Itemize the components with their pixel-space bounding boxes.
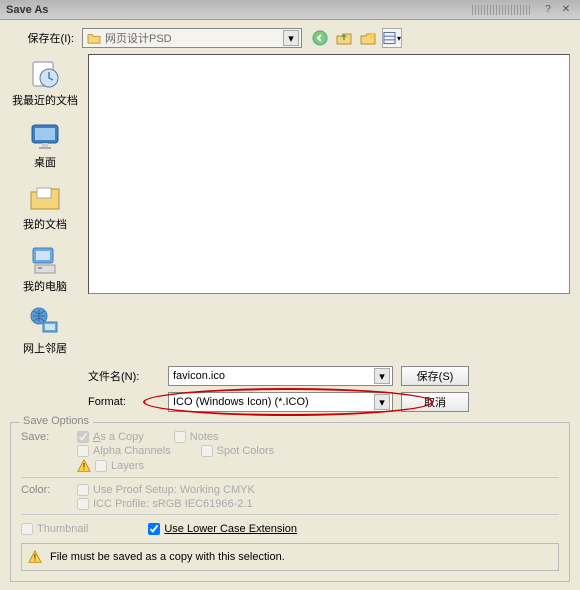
svg-text:!: ! xyxy=(34,553,36,563)
lowercase-label: Use Lower Case Extension xyxy=(164,523,297,535)
up-icon[interactable] xyxy=(334,28,354,48)
file-list[interactable] xyxy=(88,54,570,294)
folder-icon xyxy=(87,32,101,44)
filename-label: 文件名(N): xyxy=(88,368,160,384)
format-dropdown[interactable]: ICO (Windows Icon) (*.ICO) ▾ xyxy=(168,392,393,412)
titlebar: Save As ? ✕ xyxy=(0,0,580,20)
sidebar-item-label: 我的文档 xyxy=(23,216,67,232)
help-button[interactable]: ? xyxy=(540,3,556,17)
view-icon[interactable]: ▾ xyxy=(382,28,402,48)
network-icon xyxy=(29,306,61,338)
layers-checkbox: Layers xyxy=(95,460,144,472)
titlebar-grip xyxy=(472,5,532,15)
savein-label: 保存在(I): xyxy=(10,30,74,46)
sidebar-item-mycomputer[interactable]: 我的电脑 xyxy=(10,240,80,298)
save-button[interactable]: 保存(S) xyxy=(401,366,469,386)
options-title: Save Options xyxy=(19,415,93,427)
sidebar-item-recent[interactable]: 我最近的文档 xyxy=(10,54,80,112)
proof-checkbox: Use Proof Setup: Working CMYK xyxy=(77,484,559,496)
places-sidebar: 我最近的文档 桌面 我的文档 我的电脑 网上邻居 xyxy=(10,54,80,360)
savein-dropdown[interactable]: 网页设计PSD ▾ xyxy=(82,28,302,48)
recent-docs-icon xyxy=(29,58,61,90)
back-icon[interactable] xyxy=(310,28,330,48)
warning-icon: ! xyxy=(77,459,91,473)
alpha-checkbox: Alpha Channels xyxy=(77,445,171,457)
title-text: Save As xyxy=(6,4,48,16)
mycomputer-icon xyxy=(29,244,61,276)
sidebar-item-label: 网上邻居 xyxy=(23,340,67,356)
sidebar-item-label: 桌面 xyxy=(34,154,56,170)
color-section-label: Color: xyxy=(21,484,69,496)
save-section-label: Save: xyxy=(21,431,69,443)
new-folder-icon[interactable] xyxy=(358,28,378,48)
format-label: Format: xyxy=(88,396,160,408)
sidebar-item-label: 我最近的文档 xyxy=(12,92,78,108)
filename-value: favicon.ico xyxy=(173,370,225,382)
desktop-icon xyxy=(29,120,61,152)
save-options-panel: Save Options Save: AAs a Copys a Copy No… xyxy=(10,422,570,582)
dropdown-arrow-icon[interactable]: ▾ xyxy=(374,394,390,410)
filename-input[interactable]: favicon.ico ▾ xyxy=(168,366,393,386)
lowercase-checkbox[interactable]: Use Lower Case Extension xyxy=(148,523,297,535)
dropdown-arrow-icon[interactable]: ▾ xyxy=(283,30,299,46)
notice-text: File must be saved as a copy with this s… xyxy=(50,551,285,563)
sidebar-item-label: 我的电脑 xyxy=(23,278,67,294)
thumbnail-checkbox: Thumbnail xyxy=(21,523,88,535)
sidebar-item-mydocs[interactable]: 我的文档 xyxy=(10,178,80,236)
format-value: ICO (Windows Icon) (*.ICO) xyxy=(173,396,309,408)
mydocs-icon xyxy=(29,182,61,214)
as-copy-checkbox: AAs a Copys a Copy xyxy=(77,431,144,443)
notes-checkbox: Notes xyxy=(174,431,219,443)
warning-icon: ! xyxy=(28,550,42,564)
dropdown-arrow-icon[interactable]: ▾ xyxy=(374,368,390,384)
sidebar-item-desktop[interactable]: 桌面 xyxy=(10,116,80,174)
close-button[interactable]: ✕ xyxy=(558,3,574,17)
spot-checkbox: Spot Colors xyxy=(201,445,274,457)
sidebar-item-network[interactable]: 网上邻居 xyxy=(10,302,80,360)
svg-text:!: ! xyxy=(83,462,85,472)
cancel-button[interactable]: 取消 xyxy=(401,392,469,412)
savein-value: 网页设计PSD xyxy=(105,30,172,46)
icc-checkbox: ICC Profile: sRGB IEC61966-2.1 xyxy=(77,498,559,510)
